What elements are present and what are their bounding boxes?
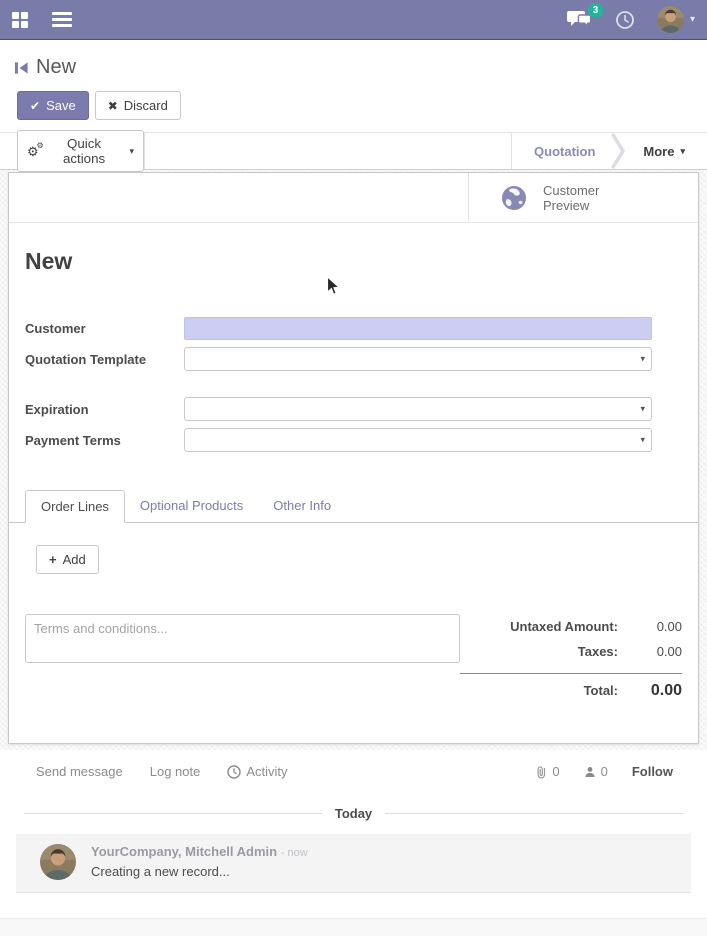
breadcrumb: New (0, 40, 707, 79)
quotation-template-input[interactable] (184, 347, 652, 371)
stage-more-dropdown[interactable]: More ▾ (635, 144, 693, 159)
chevron-down-icon: ▾ (680, 146, 685, 157)
page-title: New (36, 56, 76, 79)
customer-input[interactable] (184, 317, 652, 340)
record-title: New (25, 248, 698, 275)
save-button[interactable]: ✔ Save (17, 91, 89, 120)
follower-count: 0 (601, 764, 608, 779)
follow-button[interactable]: Follow (632, 764, 673, 779)
plus-icon: + (49, 552, 57, 567)
date-divider: Today (24, 806, 683, 821)
author-avatar (40, 844, 76, 880)
quick-actions-button[interactable]: ⚙⚙ Quick actions ▾ (17, 130, 144, 172)
add-line-button[interactable]: +Add (36, 545, 99, 574)
terms-and-conditions-input[interactable] (25, 614, 460, 663)
stat-button-label-line1: Customer (543, 183, 599, 198)
back-to-list-icon[interactable] (14, 60, 29, 76)
form-action-buttons: ✔ Save ✖ Discard (0, 79, 707, 132)
check-icon: ✔ (30, 99, 40, 113)
messages-count-badge: 3 (588, 3, 603, 18)
quotation-template-label: Quotation Template (25, 352, 184, 367)
chevron-down-icon: ▾ (129, 146, 134, 157)
message-timestamp: - now (281, 847, 308, 859)
form-background: Customer Preview New Customer Quotation … (0, 170, 707, 750)
gears-icon: ⚙⚙ (27, 145, 39, 158)
statusbar: ⚙⚙ Quick actions ▾ Quotation More ▾ (0, 132, 707, 170)
chatter: Send message Log note Activity 0 (0, 750, 707, 893)
user-menu[interactable]: ▾ (657, 6, 695, 33)
discard-button[interactable]: ✖ Discard (95, 91, 181, 120)
field-group: Customer Quotation Template ▾ Expiration… (25, 317, 682, 452)
tab-other-info[interactable]: Other Info (258, 490, 346, 522)
user-avatar (657, 6, 684, 33)
person-icon (584, 766, 596, 778)
log-note-button[interactable]: Log note (150, 764, 201, 779)
field-row-quotation-template: Quotation Template ▾ (25, 347, 682, 371)
attachments-button[interactable]: 0 (535, 764, 559, 779)
message-body: Creating a new record... (91, 864, 308, 879)
stat-button-row: Customer Preview (9, 173, 698, 223)
field-row-expiration: Expiration ▾ (25, 397, 682, 421)
messages-button[interactable]: 3 (567, 9, 593, 31)
schedule-activity-button[interactable]: Activity (227, 764, 287, 779)
stage-quotation[interactable]: Quotation (512, 144, 611, 159)
payment-terms-input[interactable] (184, 428, 652, 452)
tab-order-lines[interactable]: Order Lines (25, 490, 125, 523)
taxes-label: Taxes: (578, 644, 618, 659)
total-value: 0.00 (618, 682, 682, 700)
chatter-message: YourCompany, Mitchell Admin - now Creati… (16, 834, 691, 893)
globe-icon (501, 185, 527, 211)
stage-arrow-separator (611, 133, 625, 169)
customer-label: Customer (25, 321, 184, 336)
apps-menu-icon[interactable] (12, 12, 28, 28)
field-row-customer: Customer (25, 317, 682, 340)
field-row-payment-terms: Payment Terms ▾ (25, 428, 682, 452)
totals-block: Untaxed Amount: 0.00 Taxes: 0.00 Total: … (460, 614, 682, 710)
send-message-button[interactable]: Send message (36, 764, 123, 779)
paperclip-icon (535, 765, 547, 779)
close-icon: ✖ (108, 99, 118, 113)
followers-button[interactable]: 0 (584, 764, 608, 779)
untaxed-amount-label: Untaxed Amount: (510, 619, 618, 634)
stat-button-label-line2: Preview (543, 198, 589, 213)
payment-terms-label: Payment Terms (25, 433, 184, 448)
attachment-count: 0 (552, 764, 559, 779)
form-sheet: Customer Preview New Customer Quotation … (8, 172, 699, 744)
customer-preview-button[interactable]: Customer Preview (468, 173, 698, 222)
chevron-down-icon: ▾ (690, 14, 695, 25)
notebook: Order Lines Optional Products Other Info (9, 490, 698, 523)
total-label: Total: (584, 683, 618, 698)
top-navbar: 3 ▾ (0, 0, 707, 40)
activity-clock-icon[interactable] (615, 10, 635, 30)
expiration-input[interactable] (184, 397, 652, 421)
taxes-value: 0.00 (618, 644, 682, 659)
untaxed-amount-value: 0.00 (618, 619, 682, 634)
hamburger-menu-icon[interactable] (52, 9, 72, 30)
clock-icon (227, 765, 241, 779)
message-author[interactable]: YourCompany, Mitchell Admin (91, 844, 277, 859)
expiration-label: Expiration (25, 402, 184, 417)
date-divider-label: Today (322, 806, 385, 821)
tab-optional-products[interactable]: Optional Products (125, 490, 258, 522)
footer-strip (0, 918, 707, 936)
